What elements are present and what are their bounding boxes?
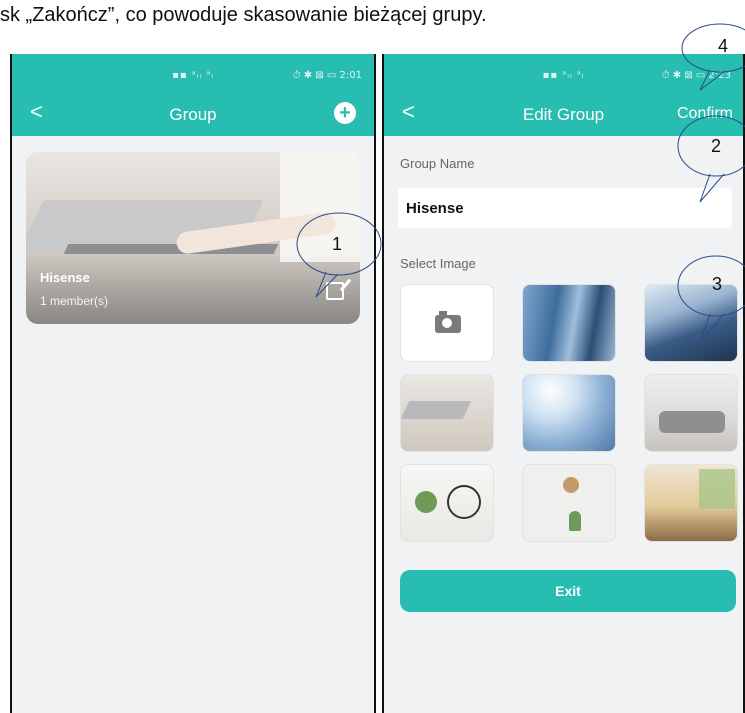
callout-number: 4: [718, 36, 729, 56]
callout-4: 4: [680, 22, 745, 91]
image-laptop-desk[interactable]: [400, 374, 494, 452]
callout-2: 2: [676, 110, 745, 203]
callout-1: 1: [296, 212, 382, 298]
group-name-field[interactable]: [398, 188, 732, 228]
status-bar: ▪▪ ᵃᵢₗ ᵃₗ ⏱ ✱ ⊠ ▭ 2:01: [12, 54, 374, 92]
image-sky-towers[interactable]: [522, 374, 616, 452]
signal-indicator: ▪▪ ᵃᵢₗ ᵃₗ: [542, 70, 585, 81]
group-name: Hisense: [40, 270, 90, 285]
exit-button[interactable]: Exit: [400, 570, 736, 612]
callout-3: 3: [676, 250, 745, 343]
callout-number: 3: [712, 274, 723, 294]
member-count: 1 member(s): [40, 294, 109, 308]
nav-bar: < Group +: [12, 92, 374, 136]
camera-tile[interactable]: [400, 284, 494, 362]
callout-number: 2: [711, 136, 722, 156]
callout-bubble: [681, 23, 745, 91]
caption-text: sk „Zakończ”, co powoduje skasowanie bie…: [0, 4, 487, 26]
plus-circle-icon[interactable]: +: [334, 102, 356, 124]
clock-shape: [563, 477, 579, 493]
edit-icon[interactable]: [326, 282, 344, 300]
group-screen: ▪▪ ᵃᵢₗ ᵃₗ ⏱ ✱ ⊠ ▭ 2:01 < Group + Hisense…: [10, 54, 376, 713]
basket-shape: [447, 485, 481, 519]
status-clock: ⏱ ✱ ⊠ ▭ 2:01: [292, 70, 362, 81]
image-sofa-room[interactable]: [644, 374, 738, 452]
callout-number: 1: [332, 234, 343, 254]
card-image-keyboard: [63, 244, 279, 254]
image-building-glass[interactable]: [522, 284, 616, 362]
window-shape: [699, 469, 735, 509]
callout-bubble: [677, 255, 745, 343]
sofa-shape: [659, 411, 725, 433]
vase-shape: [569, 511, 581, 531]
select-image-label: Select Image: [400, 256, 476, 271]
image-wall-clock[interactable]: [522, 464, 616, 542]
camera-icon: [435, 311, 461, 333]
group-name-label: Group Name: [400, 156, 475, 171]
signal-indicator: ▪▪ ᵃᵢₗ ᵃₗ: [172, 70, 214, 81]
page-title: Group: [169, 105, 217, 124]
laptop-shape: [401, 401, 472, 419]
image-plant-basket[interactable]: [400, 464, 494, 542]
plant-shape: [415, 491, 437, 513]
image-bookshelf[interactable]: [644, 464, 738, 542]
